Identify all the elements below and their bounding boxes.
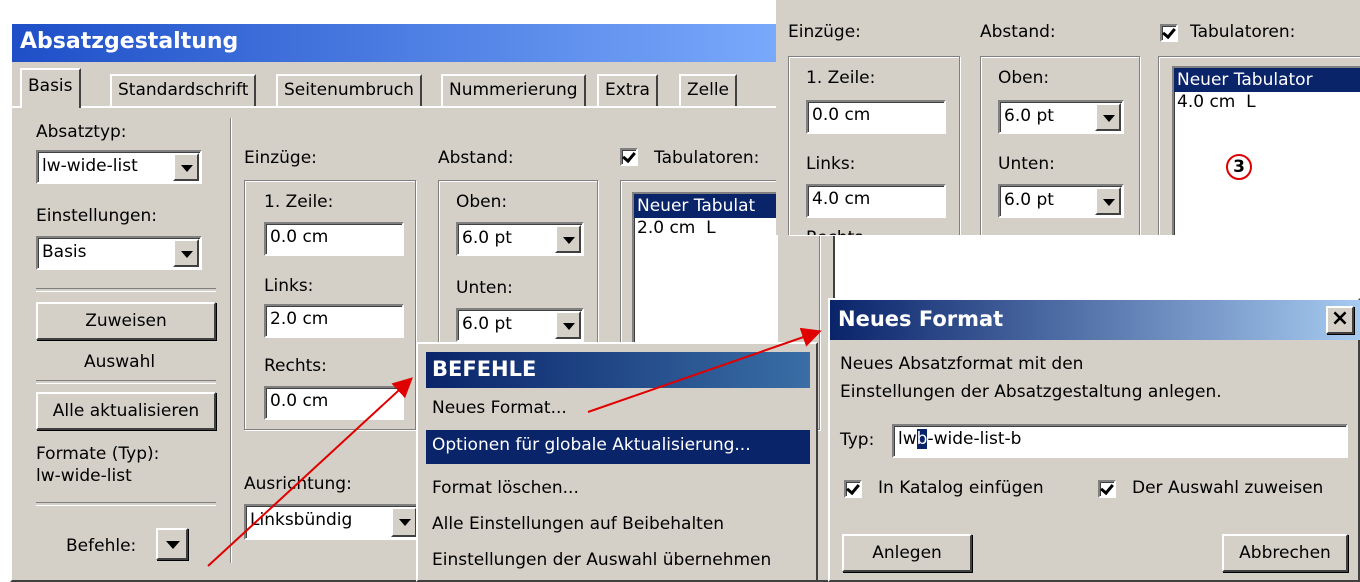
tab-basis[interactable]: Basis xyxy=(20,68,81,108)
arrow-menu-to-dialog xyxy=(587,327,822,413)
arrow-befehle-to-menu xyxy=(207,377,413,567)
annotation-arrows xyxy=(207,327,822,567)
